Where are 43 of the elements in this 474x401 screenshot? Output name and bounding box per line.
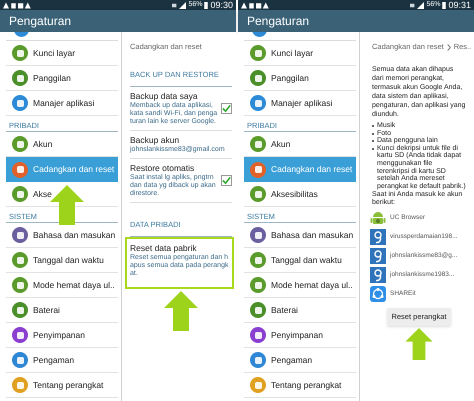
clock: 09:31: [448, 0, 471, 10]
clock: 09:30: [210, 0, 233, 10]
g-tile-icon: [370, 248, 386, 264]
option-title: Restore otomatis: [130, 163, 196, 174]
signal-icon: [410, 2, 424, 8]
settings-item[interactable]: Baterai: [244, 298, 356, 323]
option-title: Backup data saya: [130, 91, 199, 102]
settings-item[interactable]: Tanggal dan waktu: [6, 248, 118, 273]
android-icon: [370, 210, 386, 226]
settings-item[interactable]: Mode hemat daya ul..: [244, 273, 356, 298]
signal-icon: [172, 2, 186, 8]
settings-item[interactable]: Mode hemat daya ul..: [6, 273, 118, 298]
option-title: Backup akun: [130, 135, 180, 146]
settings-item[interactable]: Bahasa dan masukan: [244, 223, 356, 248]
settings-item[interactable]: Pengaman: [244, 348, 356, 373]
screen-title: Pengaturan: [9, 13, 72, 30]
settings-item[interactable]: Penyimpanan: [6, 323, 118, 348]
share-icon: [370, 286, 386, 302]
checkbox[interactable]: [221, 175, 232, 186]
g-tile-icon: [370, 229, 386, 246]
g-tile-icon: [370, 267, 386, 284]
pointer-arrow: [163, 291, 199, 331]
settings-item[interactable]: Aksesibilitas: [244, 182, 356, 207]
settings-item[interactable]: Manajer aplikasi: [6, 91, 118, 116]
settings-item[interactable]: Kunci layar: [244, 41, 356, 66]
settings-item[interactable]: Penyimpanan: [244, 323, 356, 348]
checkbox[interactable]: [221, 103, 232, 114]
settings-item[interactable]: Baterai: [6, 298, 118, 323]
settings-item[interactable]: Pengaman: [6, 348, 118, 373]
option-title: Reset data pabrik: [130, 243, 198, 254]
settings-item[interactable]: Tentang perangkat: [244, 373, 356, 398]
battery-icon: [204, 2, 208, 8]
chevron-icon: [446, 44, 451, 50]
battery-icon: [442, 2, 446, 8]
settings-item[interactable]: Tanggal dan waktu: [244, 248, 356, 273]
settings-item[interactable]: Panggilan: [244, 66, 356, 91]
screen-title: Pengaturan: [247, 13, 310, 30]
settings-item[interactable]: Manajer aplikasi: [244, 91, 356, 116]
settings-item[interactable]: Panggilan: [6, 66, 118, 91]
settings-item[interactable]: Tentang perangkat: [6, 373, 118, 398]
notification-icons: [241, 2, 271, 8]
notification-icons: [3, 2, 33, 8]
settings-item[interactable]: Kunci layar: [6, 41, 118, 66]
